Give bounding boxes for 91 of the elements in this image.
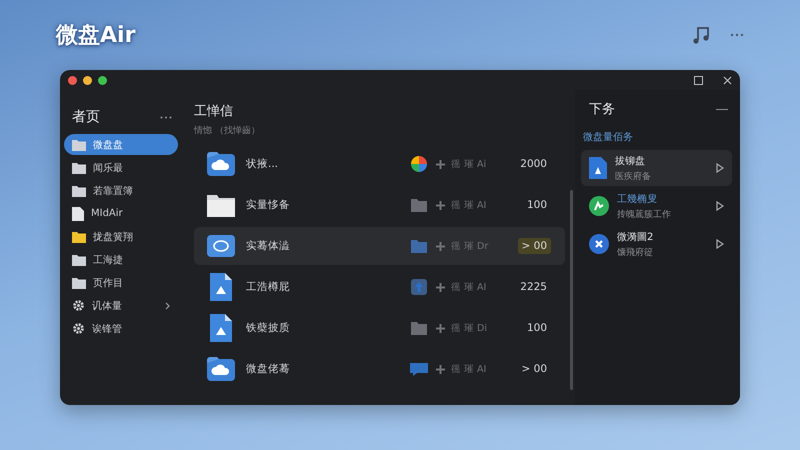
- task-item[interactable]: 拔铆盘 医疾府备: [581, 150, 732, 186]
- folder-icon: [72, 230, 86, 242]
- folder-icon: [72, 254, 86, 266]
- folder-icon: [72, 184, 86, 196]
- file-name: 状掖...: [246, 157, 280, 171]
- source-label: 徭 璀 Ai: [451, 158, 488, 170]
- file-size: 2000: [519, 157, 548, 172]
- chart-icon: [589, 196, 609, 216]
- scrollbar[interactable]: [570, 190, 573, 390]
- close-circle-icon: [589, 234, 609, 254]
- upload-icon: [411, 279, 427, 295]
- maximize-icon[interactable]: [694, 76, 703, 84]
- more-icon[interactable]: [160, 116, 172, 118]
- file-name: 工浩樽屁: [246, 280, 291, 294]
- source-label: 徭 璀 AI: [451, 280, 488, 294]
- file-row[interactable]: 铁蘗披质 徭 璀 Di 100: [194, 309, 565, 347]
- close-dot[interactable]: [68, 76, 77, 84]
- pinwheel-icon: [411, 156, 427, 172]
- task-title: 微漪圖2: [617, 230, 654, 244]
- file-size: 2225: [519, 280, 548, 295]
- chat-bubble-icon: [410, 362, 428, 376]
- folder-icon: [411, 239, 427, 253]
- plus-icon[interactable]: [436, 282, 445, 292]
- task-detail: 医疾府备: [615, 170, 652, 182]
- plus-icon[interactable]: [436, 200, 445, 210]
- source-label: 徭 璀 Di: [451, 322, 488, 334]
- minimize-icon[interactable]: [716, 108, 728, 110]
- gear-icon: [72, 322, 85, 335]
- zoom-dot[interactable]: [98, 76, 107, 84]
- file-row[interactable]: 微盘佬蓦 徭 璀 AI > 00: [194, 350, 565, 388]
- play-icon[interactable]: [716, 163, 724, 173]
- sidebar-item[interactable]: 工海捷: [64, 249, 178, 270]
- source-label: 徭 璀 AI: [451, 362, 488, 376]
- sidebar-title: 者页: [72, 108, 100, 126]
- folder-icon: [72, 276, 86, 288]
- play-icon[interactable]: [716, 201, 724, 211]
- source-label: 徭 璀 AI: [451, 198, 488, 212]
- panel-title: 下务: [589, 101, 615, 118]
- cloud-folder-icon: [207, 357, 235, 381]
- source-label: 徭 璀 Dr: [451, 240, 490, 252]
- app-title: 微盘Air: [56, 22, 136, 50]
- folder-icon: [72, 162, 86, 174]
- task-detail: 馕飛府篵: [617, 246, 654, 258]
- file-row[interactable]: 实量恀备 徭 璀 AI 100: [194, 186, 565, 224]
- sidebar-item[interactable]: 闻乐最: [64, 157, 178, 178]
- file-row[interactable]: 状掖... 徭 璀 Ai 2000: [194, 145, 565, 183]
- folder-icon: [411, 198, 427, 212]
- plus-icon[interactable]: [436, 160, 445, 168]
- file-name: 实量恀备: [246, 198, 291, 212]
- sidebar-item[interactable]: 诶锋管: [64, 318, 178, 339]
- file-name: 铁蘗披质: [246, 321, 291, 335]
- section-title: 工惮信: [194, 103, 234, 120]
- sidebar-item[interactable]: 页作目: [64, 272, 178, 293]
- document-icon: [72, 206, 84, 220]
- file-name: 实蓦体澁: [246, 239, 291, 253]
- file-name: 微盘佬蓦: [246, 362, 291, 376]
- sidebar-item[interactable]: MIdAir: [64, 203, 178, 224]
- task-title: 工幾椭叟: [617, 192, 658, 206]
- file-size: > 00: [518, 238, 551, 254]
- file-size: 100: [526, 198, 548, 213]
- task-detail: 抟魄菧簇工作: [617, 208, 672, 220]
- sidebar-item[interactable]: 讥体量: [64, 295, 178, 316]
- sidebar-item[interactable]: 若靠置簿: [64, 180, 178, 201]
- task-item[interactable]: 工幾椭叟 抟魄菧簇工作: [581, 188, 732, 224]
- cloud-outline-icon: [207, 235, 235, 257]
- sidebar-item[interactable]: 微盘盘: [64, 134, 178, 155]
- document-icon: [210, 314, 232, 342]
- task-item[interactable]: 微漪圖2 馕飛府篵: [581, 226, 732, 262]
- document-icon: [210, 273, 232, 301]
- close-icon[interactable]: [723, 76, 732, 84]
- document-icon: [589, 157, 607, 179]
- music-note-icon[interactable]: [692, 25, 712, 45]
- gear-icon: [72, 299, 85, 312]
- plus-icon[interactable]: [436, 364, 445, 374]
- file-size: 100: [526, 321, 548, 336]
- more-icon[interactable]: [730, 33, 744, 37]
- minimize-dot[interactable]: [83, 76, 92, 84]
- sidebar-item[interactable]: 拢盘簧翔: [64, 226, 178, 247]
- folder-icon: [72, 138, 86, 150]
- folder-icon: [207, 193, 235, 217]
- play-icon[interactable]: [716, 239, 724, 249]
- folder-icon: [411, 321, 427, 335]
- plus-icon[interactable]: [436, 324, 445, 332]
- section-heading: 微盘量佰务: [583, 131, 634, 144]
- cloud-folder-icon: [207, 152, 235, 176]
- file-row[interactable]: 工浩樽屁 徭 璀 AI 2225: [194, 268, 565, 306]
- file-size: > 00: [520, 362, 548, 377]
- file-row[interactable]: 实蓦体澁 徭 璀 Dr > 00: [194, 227, 565, 265]
- plus-icon[interactable]: [436, 242, 445, 250]
- task-title: 拔铆盘: [615, 154, 646, 168]
- section-subtitle: 情惚 （找惮齒）: [194, 124, 261, 137]
